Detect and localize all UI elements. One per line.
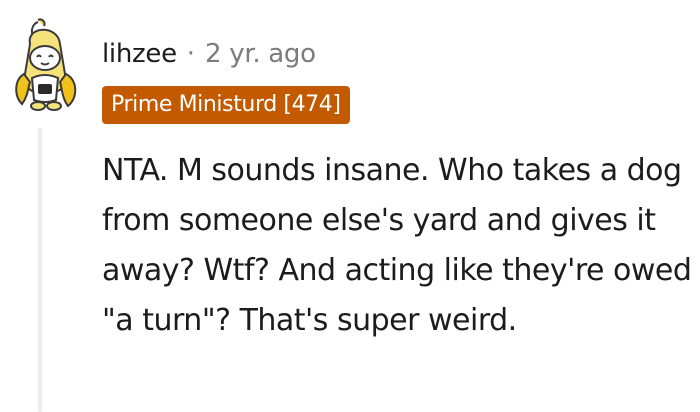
meta-separator: · bbox=[186, 39, 196, 69]
comment-body: NTA. M sounds insane. Who takes a dog fr… bbox=[102, 153, 692, 338]
banana-snoo-avatar-icon bbox=[15, 18, 77, 111]
comment-meta: lihzee · 2 yr. ago bbox=[102, 34, 316, 74]
user-avatar[interactable] bbox=[8, 18, 84, 114]
username-link[interactable]: lihzee bbox=[102, 39, 177, 69]
thread-collapse-line[interactable] bbox=[38, 128, 42, 412]
comment: lihzee · 2 yr. ago Prime Ministurd [474]… bbox=[0, 0, 700, 412]
user-flair: Prime Ministurd [474] bbox=[102, 86, 350, 124]
comment-timestamp[interactable]: 2 yr. ago bbox=[205, 39, 316, 69]
